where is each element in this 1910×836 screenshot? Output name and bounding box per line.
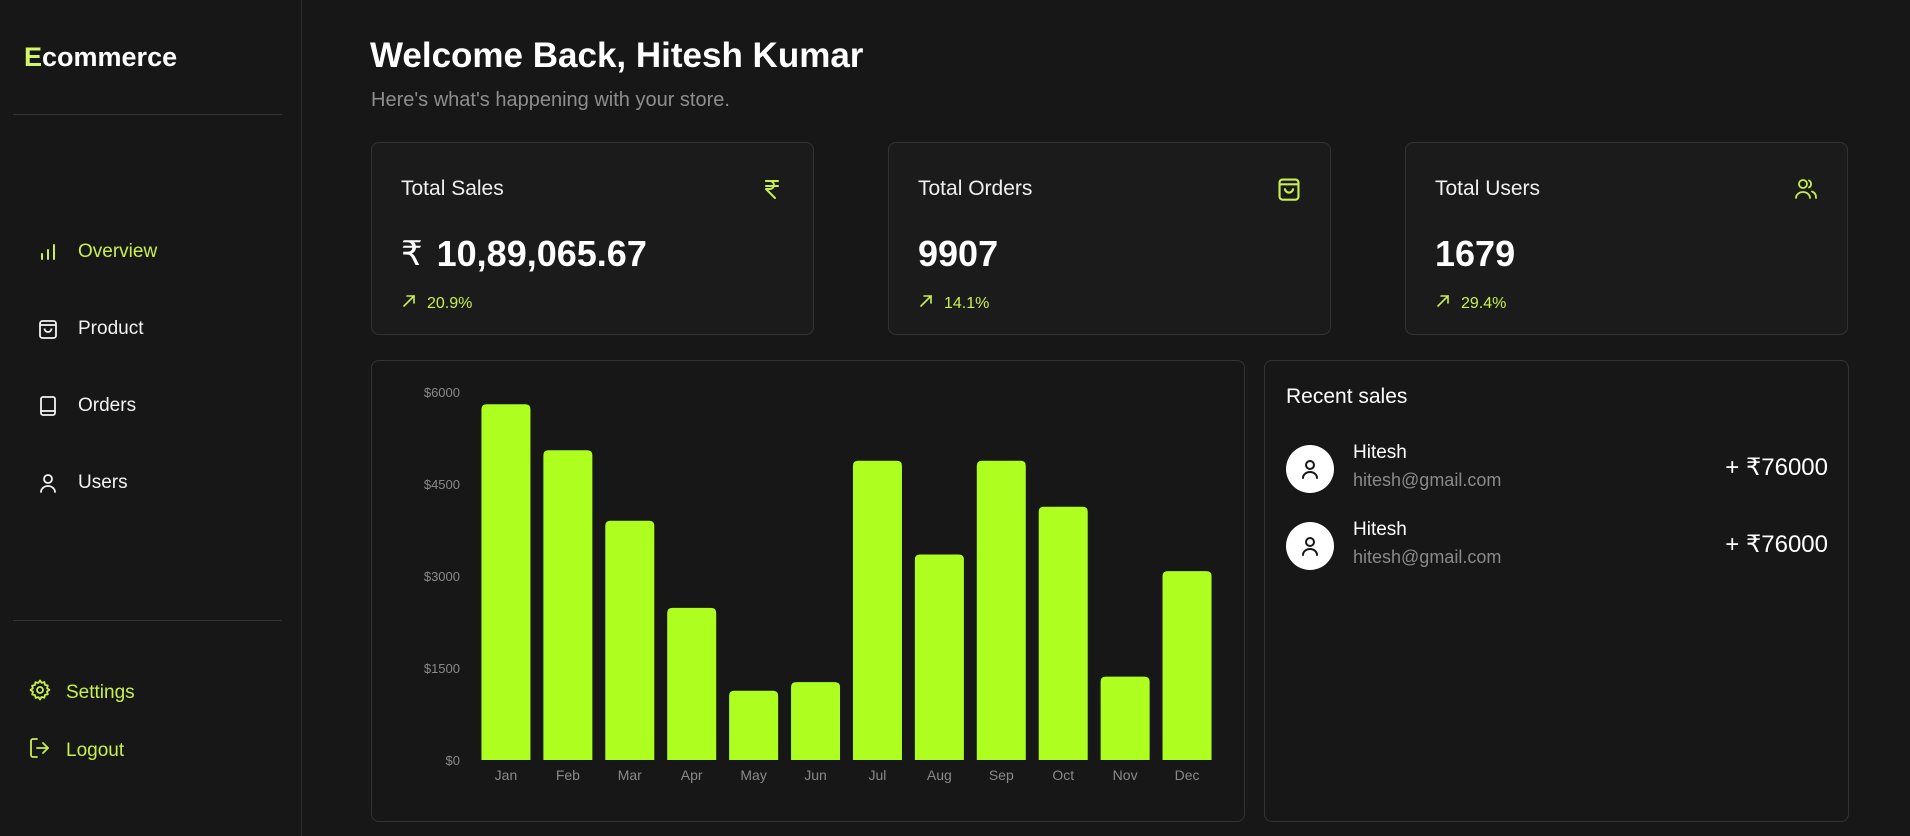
page-title: Welcome Back, Hitesh Kumar: [370, 36, 864, 75]
stat-number: 1679: [1435, 233, 1516, 274]
sale-amount: + ₹76000: [1725, 531, 1828, 558]
user-icon: [1302, 460, 1318, 479]
y-tick-label: $3000: [424, 569, 460, 584]
trend-up-icon: [401, 293, 417, 314]
sidebar-divider-bottom: [13, 620, 282, 621]
x-tick-label: Sep: [989, 767, 1014, 783]
stat-change-value: 20.9%: [427, 294, 473, 312]
sale-customer-name: Hitesh: [1353, 519, 1407, 540]
stat-value: ₹ 10,89,065.67: [401, 233, 647, 275]
app-logo[interactable]: Ecommerce: [24, 42, 177, 73]
currency-symbol: ₹: [401, 235, 423, 273]
settings-button[interactable]: Settings: [28, 675, 135, 711]
stat-number: 10,89,065.67: [436, 233, 647, 274]
x-tick-label: Aug: [927, 767, 952, 783]
sidebar-item-orders[interactable]: Orders: [36, 386, 136, 426]
chart-bar-mar[interactable]: [605, 520, 655, 760]
x-tick-label: Mar: [618, 767, 642, 783]
chart-bar-may[interactable]: [729, 690, 779, 760]
sale-amount: + ₹76000: [1725, 454, 1828, 481]
user-icon: [36, 471, 60, 495]
x-tick-label: Jul: [869, 767, 887, 783]
shopping-bag-icon: [36, 317, 60, 341]
stat-card-total-users: Total Users 1679 29.4%: [1405, 142, 1848, 335]
sidebar-item-product[interactable]: Product: [36, 309, 143, 349]
sidebar-divider-top: [13, 114, 282, 115]
stat-value: 1679: [1435, 233, 1515, 275]
x-tick-label: Oct: [1052, 767, 1074, 783]
trend-up-icon: [918, 293, 934, 314]
sidebar-item-label: Orders: [78, 395, 137, 416]
x-tick-label: May: [740, 767, 766, 783]
recent-sales-panel: Recent sales Hitesh hitesh@gmail.com + ₹…: [1264, 360, 1849, 822]
stat-card-total-sales: Total Sales ₹ 10,89,065.67 20.9%: [371, 142, 814, 335]
x-tick-label: Jun: [804, 767, 827, 783]
sale-customer-email: hitesh@gmail.com: [1353, 547, 1502, 567]
list-item[interactable]: Hitesh hitesh@gmail.com + ₹76000: [1286, 442, 1828, 496]
page-subtitle: Here's what's happening with your store.: [371, 89, 730, 111]
stat-change: 14.1%: [918, 293, 989, 314]
stat-change: 29.4%: [1435, 293, 1506, 314]
bar-chart-icon: [36, 240, 60, 264]
sales-bar-chart: $0 $1500 $3000 $4500 $6000 Jan Feb Mar Apr May Jun…: [424, 385, 1212, 783]
sales-chart-panel: $0 $1500 $3000 $4500 $6000 Jan Feb Mar Apr May Jun…: [371, 360, 1245, 822]
stat-value: 9907: [918, 233, 998, 275]
sidebar-item-label: Product: [78, 318, 144, 339]
logout-button[interactable]: Logout: [28, 733, 124, 769]
stat-number: 9907: [918, 233, 999, 274]
sidebar-item-label: Overview: [78, 241, 158, 262]
stat-change-value: 29.4%: [1461, 294, 1507, 312]
shopping-bag-icon: [1276, 176, 1302, 202]
sale-customer-name: Hitesh: [1353, 442, 1407, 463]
logout-label: Logout: [66, 740, 125, 761]
chart-bar-feb[interactable]: [543, 450, 593, 760]
trend-up-icon: [1435, 293, 1451, 314]
users-icon: [1793, 176, 1819, 202]
x-tick-label: Dec: [1175, 767, 1200, 783]
x-tick-label: Feb: [556, 767, 580, 783]
y-tick-label: $6000: [424, 385, 460, 400]
sidebar-item-label: Users: [78, 472, 128, 493]
sale-customer-email: hitesh@gmail.com: [1353, 470, 1502, 490]
chart-bar-oct[interactable]: [1038, 506, 1088, 760]
stat-title: Total Orders: [918, 177, 1033, 200]
rupee-icon: [759, 176, 785, 202]
avatar: [1286, 445, 1334, 493]
chart-bar-nov[interactable]: [1100, 676, 1150, 760]
y-tick-label: $1500: [424, 661, 460, 676]
sidebar: Ecommerce Overview Product Orders Users …: [0, 0, 302, 836]
avatar: [1286, 522, 1334, 570]
list-item[interactable]: Hitesh hitesh@gmail.com + ₹76000: [1286, 519, 1828, 573]
settings-label: Settings: [66, 682, 135, 703]
x-tick-label: Nov: [1113, 767, 1138, 783]
chart-bar-aug[interactable]: [914, 554, 964, 760]
stat-change-value: 14.1%: [944, 294, 990, 312]
stat-title: Total Users: [1435, 177, 1541, 200]
chart-bar-jul[interactable]: [852, 460, 902, 760]
chart-bar-jan[interactable]: [481, 404, 531, 760]
sidebar-item-users[interactable]: Users: [36, 463, 128, 503]
x-tick-label: Jan: [495, 767, 518, 783]
chart-bar-jun[interactable]: [791, 682, 841, 760]
stat-change: 20.9%: [401, 293, 472, 314]
sidebar-item-overview[interactable]: Overview: [36, 232, 157, 272]
chart-bar-dec[interactable]: [1162, 571, 1212, 760]
stat-card-total-orders: Total Orders 9907 14.1%: [888, 142, 1331, 335]
y-tick-label: $4500: [424, 477, 460, 492]
gear-icon: [28, 678, 52, 708]
recent-sales-title: Recent sales: [1286, 385, 1408, 408]
chart-bar-apr[interactable]: [667, 607, 717, 760]
x-tick-label: Apr: [681, 767, 703, 783]
stat-title: Total Sales: [401, 177, 504, 200]
logout-icon: [28, 736, 52, 766]
chart-bar-sep[interactable]: [976, 460, 1026, 760]
user-icon: [1302, 537, 1318, 556]
book-icon: [36, 394, 60, 418]
y-tick-label: $0: [446, 753, 460, 768]
